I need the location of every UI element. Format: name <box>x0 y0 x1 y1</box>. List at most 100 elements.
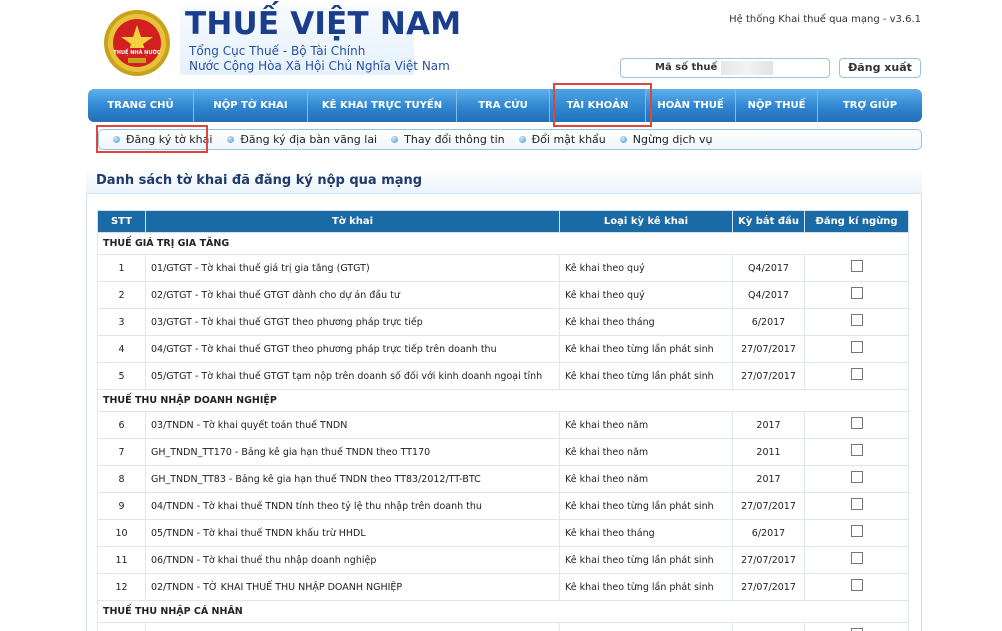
tax-code-label: Mã số thuế : <box>655 62 725 73</box>
cell-form: 02/GTGT - Tờ khai thuế GTGT dành cho dự … <box>145 281 560 309</box>
cell-form: GH_TNDN_TT83 - Bảng kê gia hạn thuế TNDN… <box>145 465 560 493</box>
cell-stt: 9 <box>97 492 146 520</box>
cell-start <box>732 622 805 631</box>
cell-period-type: Kê khai theo từng lần phát sinh <box>559 335 733 363</box>
cell-stt: 7 <box>97 438 146 466</box>
subnav-register-declaration[interactable]: Đăng ký tờ khai <box>113 133 212 146</box>
site-subtitle-ministry: Tổng Cục Thuế - Bộ Tài Chính <box>189 44 366 58</box>
stop-checkbox[interactable] <box>850 444 863 456</box>
sub-nav: Đăng ký tờ khai Đăng ký địa bàn vãng lai… <box>98 129 922 150</box>
stop-checkbox[interactable] <box>850 341 863 353</box>
cell-start: 2017 <box>732 411 805 439</box>
subnav-label: Đổi mật khẩu <box>531 133 606 146</box>
table-row: 8 GH_TNDN_TT83 - Bảng kê gia hạn thuế TN… <box>97 465 909 493</box>
table-row: 2 02/GTGT - Tờ khai thuế GTGT dành cho d… <box>97 281 909 309</box>
nav-account[interactable]: TÀI KHOẢN <box>550 89 646 122</box>
col-header-period-type: Loại kỳ kê khai <box>559 210 733 233</box>
cell-stop <box>804 622 909 631</box>
bullet-icon <box>619 136 627 143</box>
stop-checkbox[interactable] <box>850 525 863 537</box>
table-row: 11 06/TNDN - Tờ khai thuế thu nhập doanh… <box>97 546 909 574</box>
cell-start: 6/2017 <box>732 519 805 547</box>
stop-checkbox[interactable] <box>850 287 863 299</box>
nav-lookup[interactable]: TRA CỨU <box>457 89 550 122</box>
group-label: THUẾ THU NHẬP DOANH NGHIỆP <box>97 389 909 412</box>
logout-button[interactable]: Đăng xuất <box>839 58 921 78</box>
table-row: 9 04/TNDN - Tờ khai thuế TNDN tính theo … <box>97 492 909 520</box>
cell-start: 6/2017 <box>732 308 805 336</box>
stop-checkbox[interactable] <box>850 368 863 380</box>
nav-home[interactable]: TRANG CHỦ <box>88 89 194 122</box>
cell-stt: 11 <box>97 546 146 574</box>
cell-stt: 3 <box>97 308 146 336</box>
table-row: 3 03/GTGT - Tờ khai thuế GTGT theo phươn… <box>97 308 909 336</box>
page: THUẾ NHÀ NƯỚC THUẾ VIỆT NAM Tổng Cục Thu… <box>0 0 1002 631</box>
cell-stt <box>97 622 146 631</box>
table-row: 10 05/TNDN - Tờ khai thuế TNDN khấu trừ … <box>97 519 909 547</box>
col-header-start: Kỳ bắt đầu <box>732 210 805 233</box>
main-nav: TRANG CHỦ NỘP TỜ KHAI KÊ KHAI TRỰC TUYẾN… <box>88 89 922 122</box>
table-row: 7 GH_TNDN_TT170 - Bảng kê gia hạn thuế T… <box>97 438 909 466</box>
stop-checkbox[interactable] <box>850 579 863 591</box>
cell-start: Q4/2017 <box>732 281 805 309</box>
stop-checkbox[interactable] <box>850 552 863 564</box>
table-row: 12 02/TNDN - TỜ KHAI THUẾ THU NHẬP DOANH… <box>97 573 909 601</box>
subnav-stop-service[interactable]: Ngừng dịch vụ <box>619 133 713 146</box>
cell-period-type: Kê khai theo quý <box>559 254 733 282</box>
nav-online-declaration[interactable]: KÊ KHAI TRỰC TUYẾN <box>308 89 457 122</box>
stop-checkbox[interactable] <box>850 260 863 272</box>
stop-checkbox[interactable] <box>850 471 863 483</box>
system-version: Hệ thống Khai thuế qua mạng - v3.6.1 <box>729 14 921 25</box>
table-row: 6 03/TNDN - Tờ khai quyết toán thuế TNDN… <box>97 411 909 439</box>
nav-submit-declaration[interactable]: NỘP TỜ KHAI <box>194 89 308 122</box>
cell-stop <box>804 254 909 282</box>
bullet-icon <box>391 136 399 143</box>
cell-form: 01/GTGT - Tờ khai thuế giá trị gia tăng … <box>145 254 560 282</box>
stop-checkbox[interactable] <box>850 417 863 429</box>
cell-start: 2011 <box>732 438 805 466</box>
cell-form: 05/TNDN - Tờ khai thuế TNDN khấu trừ HHD… <box>145 519 560 547</box>
nav-pay-tax[interactable]: NỘP THUẾ <box>736 89 818 122</box>
subnav-label: Đăng ký địa bàn vãng lai <box>240 133 378 146</box>
cell-period-type: Kê khai theo từng lần phát sinh <box>559 362 733 390</box>
cell-period-type: Kê khai theo từng lần phát sinh <box>559 492 733 520</box>
cell-stop <box>804 438 909 466</box>
table-row <box>97 622 909 631</box>
logo-text: THUẾ NHÀ NƯỚC <box>113 48 161 56</box>
stop-checkbox[interactable] <box>850 314 863 326</box>
cell-stop <box>804 519 909 547</box>
nav-help[interactable]: TRỢ GIÚP <box>818 89 922 122</box>
cell-form: 06/TNDN - Tờ khai thuế thu nhập doanh ng… <box>145 546 560 574</box>
nav-tax-refund[interactable]: HOÀN THUẾ <box>646 89 736 122</box>
bullet-icon <box>227 136 235 143</box>
cell-stt: 5 <box>97 362 146 390</box>
cell-start: 2017 <box>732 465 805 493</box>
cell-stt: 6 <box>97 411 146 439</box>
cell-form: GH_TNDN_TT170 - Bảng kê gia hạn thuế TND… <box>145 438 560 466</box>
subnav-register-area[interactable]: Đăng ký địa bàn vãng lai <box>227 133 377 146</box>
cell-stt: 12 <box>97 573 146 601</box>
bullet-icon <box>113 136 120 143</box>
subnav-label: Thay đổi thông tin <box>404 133 505 146</box>
group-label: THUẾ THU NHẬP CÁ NHÂN <box>97 600 909 623</box>
cell-stop <box>804 492 909 520</box>
col-header-stt: STT <box>97 210 146 233</box>
panel-title: Danh sách tờ khai đã đăng ký nộp qua mạn… <box>96 173 423 188</box>
site-title: THUẾ VIỆT NAM <box>185 6 462 42</box>
stop-checkbox[interactable] <box>850 498 863 510</box>
cell-period-type: Kê khai theo tháng <box>559 519 733 547</box>
subnav-label: Đăng ký tờ khai <box>126 133 213 146</box>
cell-period-type: Kê khai theo năm <box>559 411 733 439</box>
table-row: 1 01/GTGT - Tờ khai thuế giá trị gia tăn… <box>97 254 909 282</box>
cell-stop <box>804 335 909 363</box>
subnav-change-password[interactable]: Đổi mật khẩu <box>518 133 606 146</box>
cell-stt: 2 <box>97 281 146 309</box>
cell-form: 04/TNDN - Tờ khai thuế TNDN tính theo tỷ… <box>145 492 560 520</box>
group-row-vat: THUẾ GIÁ TRỊ GIA TĂNG <box>97 232 909 255</box>
subnav-label: Ngừng dịch vụ <box>632 133 713 146</box>
cell-start: 27/07/2017 <box>732 573 805 601</box>
cell-period-type: Kê khai theo quý <box>559 281 733 309</box>
bullet-icon <box>518 136 526 143</box>
cell-form: 05/GTGT - Tờ khai thuế GTGT tạm nộp trên… <box>145 362 560 390</box>
subnav-change-info[interactable]: Thay đổi thông tin <box>391 133 505 146</box>
